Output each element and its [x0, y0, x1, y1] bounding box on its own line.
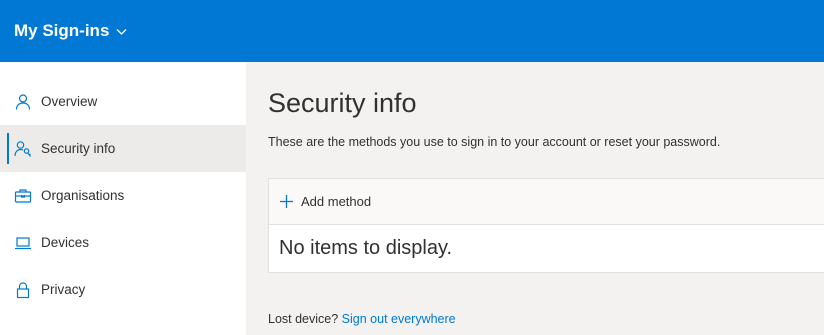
sidebar-item-label: Privacy — [41, 282, 86, 297]
app-title-menu[interactable]: My Sign-ins — [14, 21, 128, 41]
sidebar-item-overview[interactable]: Overview — [0, 78, 246, 125]
briefcase-icon — [14, 187, 32, 205]
app-window: My Sign-ins Overview Security info Organ… — [0, 0, 824, 335]
sidebar-nav: Overview Security info Organisations Dev… — [0, 62, 246, 335]
page-description: These are the methods you use to sign in… — [268, 135, 721, 149]
page-title: Security info — [268, 88, 417, 118]
sidebar-item-label: Devices — [41, 235, 90, 250]
methods-card: Add method No items to display. — [268, 178, 824, 273]
sidebar-item-security-info[interactable]: Security info — [0, 125, 246, 172]
person-key-icon — [14, 140, 32, 158]
lost-device-text: Lost device? — [268, 312, 339, 326]
lost-device-row: Lost device? Sign out everywhere — [268, 312, 456, 326]
add-method-label: Add method — [301, 194, 372, 209]
lock-icon — [14, 281, 32, 299]
add-method-button[interactable]: Add method — [279, 194, 371, 209]
top-bar: My Sign-ins — [0, 0, 824, 62]
sidebar-item-devices[interactable]: Devices — [0, 219, 246, 266]
sidebar-item-label: Organisations — [41, 188, 125, 203]
app-title: My Sign-ins — [14, 21, 110, 40]
sidebar-item-privacy[interactable]: Privacy — [0, 266, 246, 313]
empty-state-message: No items to display. — [279, 237, 453, 259]
sign-out-everywhere-link[interactable]: Sign out everywhere — [342, 312, 456, 326]
person-icon — [14, 93, 32, 111]
plus-icon — [279, 194, 294, 209]
sidebar-item-label: Security info — [41, 141, 116, 156]
chevron-down-icon — [115, 25, 128, 38]
laptop-icon — [14, 234, 32, 252]
sidebar-item-label: Overview — [41, 94, 98, 109]
main-content: Security info These are the methods you … — [246, 62, 824, 335]
sidebar-item-organisations[interactable]: Organisations — [0, 172, 246, 219]
methods-toolbar: Add method — [269, 179, 824, 225]
